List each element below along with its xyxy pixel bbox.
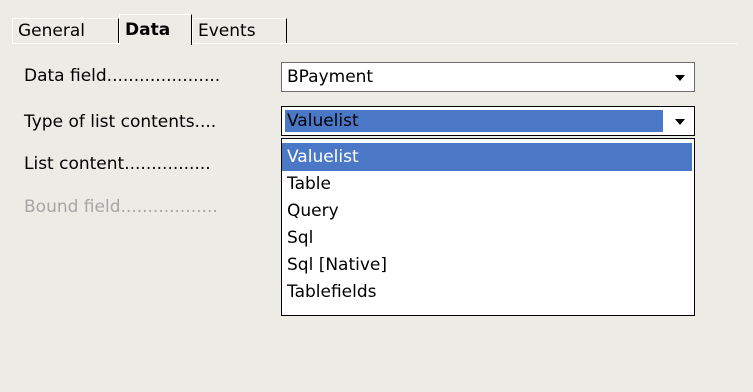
type-of-list-contents-value: Valuelist	[287, 111, 359, 131]
list-item-query[interactable]: Query	[282, 197, 692, 225]
tab-events[interactable]: Events	[192, 18, 287, 43]
data-field-value: BPayment	[287, 67, 374, 87]
list-item-tablefields[interactable]: Tablefields	[282, 278, 692, 306]
tab-data[interactable]: Data	[119, 14, 192, 45]
list-item-sql-native[interactable]: Sql [Native]	[282, 251, 692, 279]
chevron-down-icon	[675, 119, 685, 125]
list-content-label: List content................	[24, 154, 211, 174]
type-of-list-contents-dropdown-list: Valuelist Table Query Sql Sql [Native] T…	[281, 138, 695, 316]
bound-field-label: Bound field..................	[24, 197, 218, 217]
chevron-down-icon	[675, 75, 685, 81]
type-of-list-contents-dropdown-button[interactable]	[667, 108, 693, 134]
data-field-label: Data field.....................	[24, 66, 221, 86]
list-item-sql[interactable]: Sql	[282, 224, 692, 252]
type-of-list-contents-combobox[interactable]: Valuelist	[281, 106, 695, 136]
list-item-valuelist[interactable]: Valuelist	[282, 143, 692, 171]
data-field-combobox[interactable]: BPayment	[281, 62, 695, 92]
data-field-dropdown-button[interactable]	[667, 64, 693, 90]
list-item-table[interactable]: Table	[282, 170, 692, 198]
tab-general[interactable]: General	[12, 18, 119, 43]
type-of-list-contents-label: Type of list contents....	[24, 112, 217, 132]
